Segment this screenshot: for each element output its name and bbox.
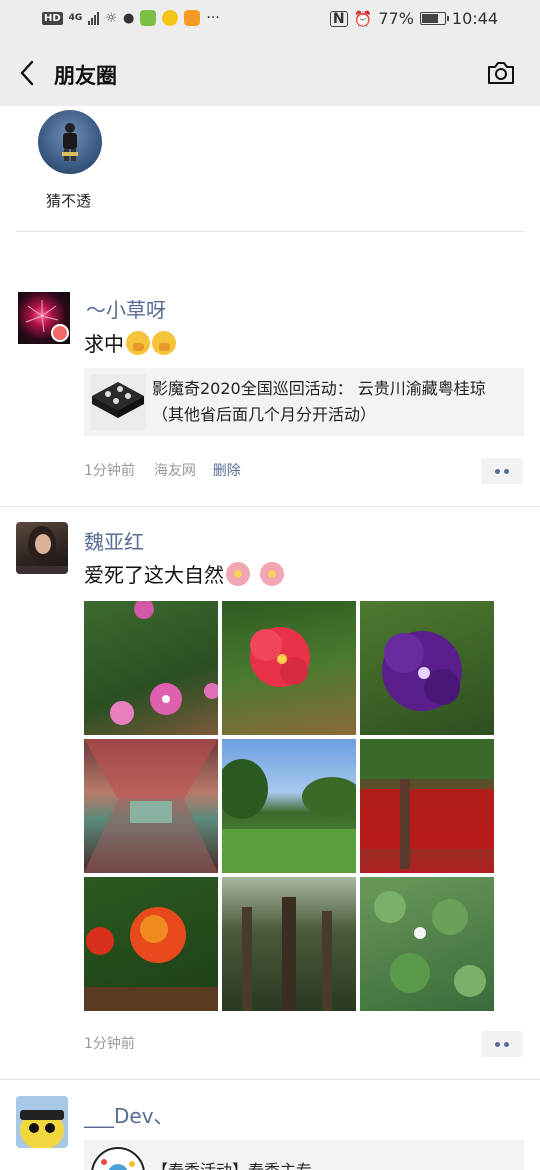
lantana-flowers-photo (84, 907, 218, 1011)
dot-icon (495, 1041, 500, 1047)
photo-thumbnail[interactable] (360, 739, 494, 873)
back-button[interactable] (14, 56, 44, 90)
banyan-trees-photo (242, 897, 332, 1011)
photo-thumbnail[interactable] (84, 877, 218, 1011)
battery-percent: 77% (378, 9, 414, 28)
green-lawn-photo (222, 759, 356, 873)
person-photo (62, 123, 78, 161)
colorful-corridor-photo (84, 739, 218, 873)
lotus-pond-photo (374, 891, 486, 997)
hush-emoji-icon (152, 331, 176, 355)
post-text: 求中 (84, 328, 176, 357)
post-text: 爱死了这大自然 (84, 559, 284, 588)
network-label: 4G (68, 13, 83, 23)
photo-thumbnail[interactable] (84, 739, 218, 873)
share-thumbnail (90, 374, 146, 430)
alarm-icon: ⏰ (353, 9, 373, 28)
photo-thumbnail[interactable] (222, 601, 356, 735)
purple-flower-photo (382, 631, 462, 711)
photo-grid (84, 601, 494, 1011)
photo-thumbnail[interactable] (222, 877, 356, 1011)
post-username[interactable]: ___Dev、 (84, 1100, 174, 1129)
post-more-button[interactable] (481, 1031, 523, 1057)
cherry-blossom-emoji-icon (260, 562, 284, 586)
dot-icon (504, 468, 509, 474)
visitor-entry[interactable] (38, 110, 104, 174)
photo-thumbnail[interactable] (222, 739, 356, 873)
page-title: 朋友圈 (54, 64, 117, 88)
red-hibiscus-photo (250, 627, 310, 687)
device-thumbnail (90, 374, 146, 430)
dot-icon (495, 468, 500, 474)
visitor-name: 猜不透 (46, 192, 92, 210)
chevron-left-icon (20, 60, 34, 86)
photo-thumbnail[interactable] (360, 601, 494, 735)
post-meta: 1分钟前 (84, 1033, 135, 1053)
nav-bar: 朋友圈 (0, 40, 540, 106)
post-source[interactable]: 海友网 (154, 463, 196, 479)
post-username[interactable]: ～小草呀 (86, 294, 166, 323)
badge-icon (51, 324, 69, 342)
hush-emoji-icon (126, 331, 150, 355)
clock: 10:44 (451, 9, 498, 28)
post-meta: 1分钟前 海友网 删除 (84, 460, 241, 480)
post-username[interactable]: 魏亚红 (84, 526, 144, 555)
status-bar: HD 4G ☼ ● ··· N ⏰ 77% 10:44 (0, 0, 540, 40)
pink-flowers-photo (110, 601, 218, 725)
cherry-blossom-emoji-icon (226, 562, 250, 586)
divider (0, 506, 540, 507)
post-text-content: 爱死了这大自然 (84, 563, 224, 587)
red-ribbons-tree-photo (360, 739, 494, 869)
woman-photo (16, 526, 68, 574)
wechat-icon: ● (122, 10, 135, 26)
camera-icon (488, 62, 514, 84)
post-avatar[interactable] (16, 1096, 68, 1148)
post-time: 1分钟前 (84, 1036, 135, 1052)
share-card[interactable]: 影魔奇2020全国巡回活动： 云贵川渝藏粤桂琼（其他省后面几个月分开活动） (84, 368, 524, 436)
photo-thumbnail[interactable] (360, 877, 494, 1011)
delete-link[interactable]: 删除 (213, 463, 241, 479)
battery-icon (419, 12, 449, 25)
divider (16, 231, 524, 232)
share-thumbnail (90, 1146, 146, 1170)
post-time: 1分钟前 (84, 463, 135, 479)
share-title: 影魔奇2020全国巡回活动： 云贵川渝藏粤桂琼（其他省后面几个月分开活动） (152, 379, 486, 424)
share-card[interactable]: 【春季活动】春季主专 (84, 1140, 524, 1170)
dot-icon (504, 1041, 509, 1047)
game-app-icon (162, 10, 179, 26)
photo-thumbnail[interactable] (84, 601, 218, 735)
nfc-icon: N (329, 10, 348, 27)
event-logo-thumbnail (91, 1147, 145, 1170)
cartoon-avatar-photo (16, 1096, 68, 1148)
signal-icon (88, 11, 100, 25)
video-app-icon (140, 10, 157, 26)
hd-badge: HD (42, 11, 63, 25)
divider (0, 1079, 540, 1080)
status-left: HD 4G ☼ ● ··· (42, 10, 220, 26)
play-app-icon (184, 10, 201, 26)
brightness-icon: ☼ (105, 10, 117, 26)
share-title: 【春季活动】春季主专 (152, 1140, 320, 1170)
status-right: N ⏰ 77% 10:44 (329, 9, 498, 28)
more-notifications: ··· (206, 10, 220, 26)
post-text-content: 求中 (84, 332, 124, 356)
post-more-button[interactable] (481, 458, 523, 484)
camera-button[interactable] (486, 60, 516, 86)
visitor-avatar[interactable] (38, 110, 102, 174)
post-avatar[interactable] (16, 522, 68, 574)
